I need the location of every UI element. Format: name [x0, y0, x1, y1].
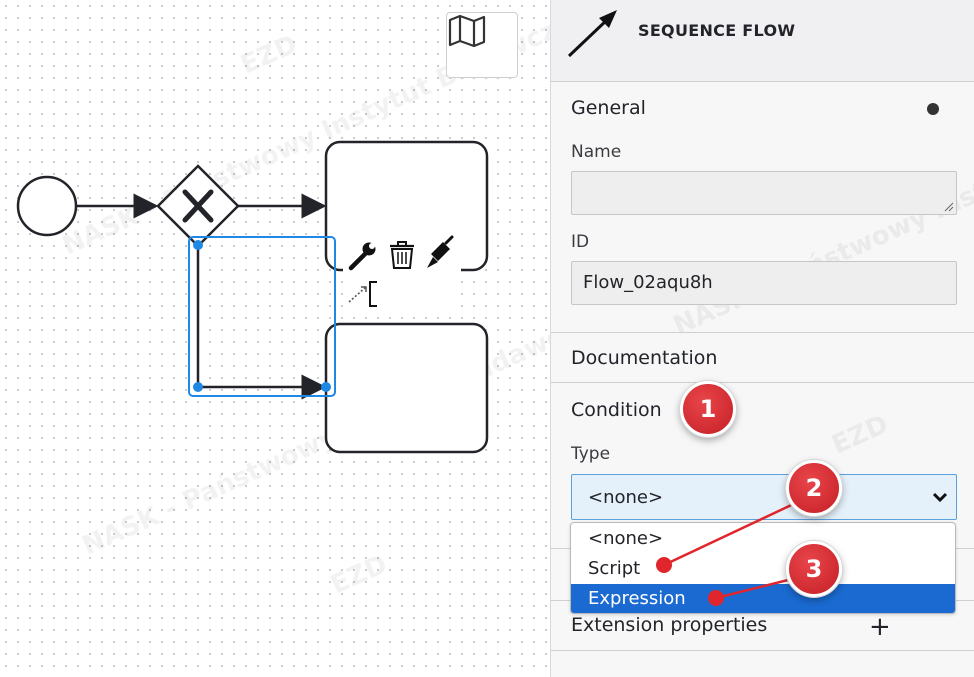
bpmn-canvas[interactable]: NASK - Państwowy Instytut Badawczy EZD N… — [0, 0, 596, 677]
task-box[interactable] — [324, 322, 489, 454]
type-label: Type — [571, 444, 611, 464]
group-separator — [551, 332, 974, 333]
name-label: Name — [571, 142, 622, 162]
add-icon[interactable]: + — [869, 612, 891, 642]
panel-title: SEQUENCE FLOW — [638, 21, 796, 40]
condition-type-dropdown[interactable]: <none> Script Expression — [570, 522, 956, 614]
group-separator — [551, 382, 974, 383]
id-field[interactable]: Flow_02aqu8h — [571, 261, 957, 305]
group-documentation-title[interactable]: Documentation — [571, 347, 717, 369]
selection-outline — [188, 236, 336, 397]
group-condition-title[interactable]: Condition — [571, 399, 662, 421]
chevron-down-icon — [932, 492, 948, 503]
exclusive-gateway[interactable] — [156, 164, 240, 248]
option-script[interactable]: Script — [571, 554, 955, 584]
name-field[interactable] — [571, 171, 957, 215]
waypoint-handle[interactable] — [193, 240, 203, 250]
start-event[interactable] — [16, 175, 78, 237]
step-badge-3: 3 — [786, 541, 842, 597]
map-icon — [448, 14, 486, 48]
waypoint-handle[interactable] — [193, 382, 203, 392]
minimap-toggle-button[interactable] — [446, 12, 518, 78]
option-none[interactable]: <none> — [571, 524, 955, 554]
panel-header: SEQUENCE FLOW — [551, 0, 974, 82]
watermark-text: EZD — [827, 409, 893, 461]
group-general-title[interactable]: General — [571, 97, 646, 119]
id-label: ID — [571, 232, 590, 252]
data-marker-dot — [927, 103, 939, 115]
step-badge-1: 1 — [680, 381, 736, 437]
id-value: Flow_02aqu8h — [583, 272, 713, 293]
option-expression[interactable]: Expression — [571, 584, 955, 613]
condition-type-value: <none> — [588, 487, 664, 508]
sequence-flow-arrow-icon — [567, 10, 617, 58]
group-separator — [551, 650, 974, 651]
selected-sequence-flow[interactable] — [196, 246, 327, 400]
diagram-svg — [16, 140, 489, 454]
condition-type-select[interactable]: <none> — [571, 474, 957, 520]
group-extension-properties-title[interactable]: Extension properties — [571, 614, 767, 636]
waypoint-handle[interactable] — [321, 382, 331, 392]
resize-grip-icon[interactable] — [942, 200, 954, 212]
step-badge-2: 2 — [786, 460, 842, 516]
